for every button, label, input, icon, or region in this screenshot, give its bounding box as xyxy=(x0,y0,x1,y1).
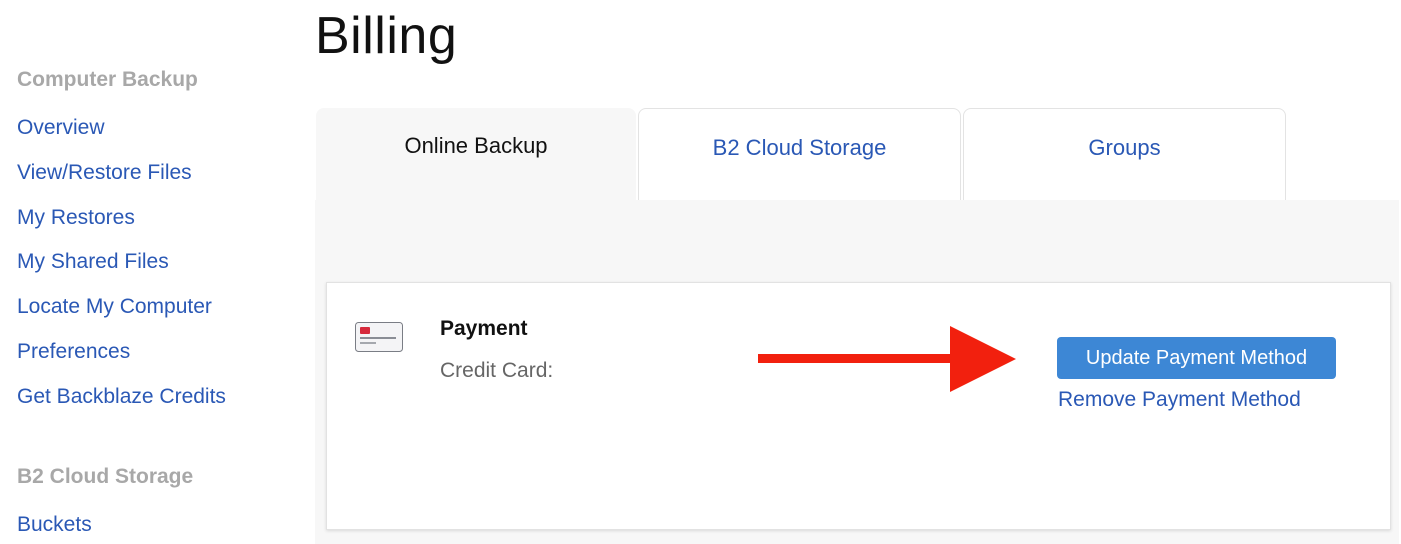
payment-title: Payment xyxy=(440,317,528,340)
billing-page: Computer Backup Overview View/Restore Fi… xyxy=(0,0,1401,544)
tab-online-backup[interactable]: Online Backup xyxy=(316,108,636,202)
credit-card-label: Credit Card: xyxy=(440,359,554,382)
sidebar-item-buckets[interactable]: Buckets xyxy=(17,513,92,537)
sidebar-item-view-restore-files[interactable]: View/Restore Files xyxy=(17,161,192,185)
sidebar-item-preferences[interactable]: Preferences xyxy=(17,340,130,364)
sidebar-item-get-backblaze-credits[interactable]: Get Backblaze Credits xyxy=(17,385,226,409)
sidebar-item-locate-my-computer[interactable]: Locate My Computer xyxy=(17,295,212,319)
remove-payment-method-link[interactable]: Remove Payment Method xyxy=(1058,388,1301,412)
sidebar-item-my-restores[interactable]: My Restores xyxy=(17,206,135,230)
tab-groups[interactable]: Groups xyxy=(963,108,1286,202)
sidebar-heading-computer-backup: Computer Backup xyxy=(17,68,198,91)
page-title: Billing xyxy=(315,7,458,65)
credit-card-icon xyxy=(355,322,403,352)
sidebar-item-overview[interactable]: Overview xyxy=(17,116,105,140)
sidebar: Computer Backup Overview View/Restore Fi… xyxy=(0,0,300,544)
update-payment-method-button[interactable]: Update Payment Method xyxy=(1057,337,1336,379)
arrow-right-icon xyxy=(756,326,1018,392)
sidebar-heading-b2-cloud-storage: B2 Cloud Storage xyxy=(17,465,194,488)
tab-b2-cloud-storage[interactable]: B2 Cloud Storage xyxy=(638,108,961,202)
sidebar-item-my-shared-files[interactable]: My Shared Files xyxy=(17,250,169,274)
